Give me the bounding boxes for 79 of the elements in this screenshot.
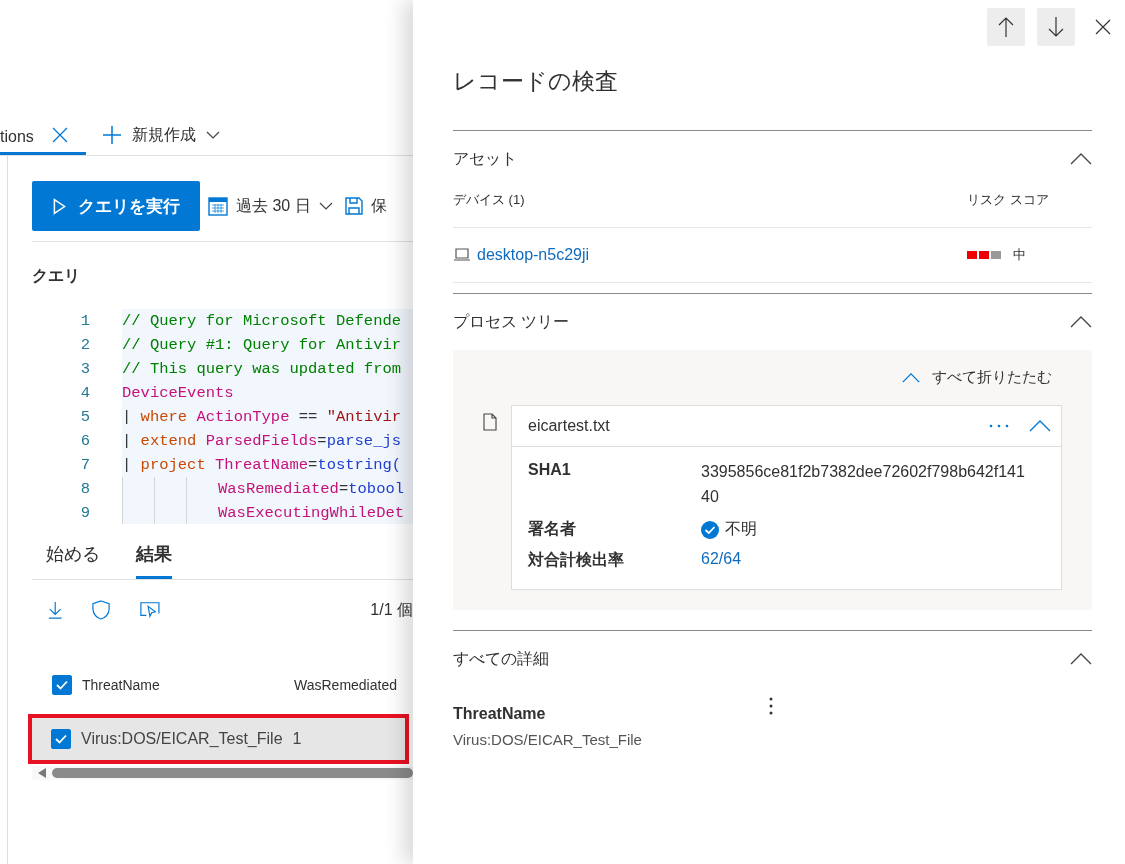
code-line: | project ThreatName=tostring( [122,456,402,474]
results-tab[interactable]: 始める [46,538,100,579]
code-line: // Query for Microsoft Defende [122,312,402,330]
line-number: 6 [79,432,90,450]
shield-icon[interactable] [92,599,111,621]
play-icon [52,197,66,215]
table-cell: 1 [292,730,302,748]
detection-link[interactable]: 62/64 [701,550,742,567]
arrow-down-icon [1048,16,1064,38]
line-number: 9 [79,504,90,522]
file-name: eicartest.txt [528,417,610,435]
chevron-up-icon [902,372,920,383]
select-all-checkbox[interactable] [52,675,72,695]
field-label: 署名者 [528,519,577,539]
plus-icon [102,125,122,145]
check-icon [55,734,67,744]
code-line: // This query was updated from [122,360,402,378]
new-button[interactable]: 新規作成 [102,124,220,146]
column-header[interactable]: ThreatName [82,677,284,693]
code-line: DeviceEvents [122,384,234,402]
chevron-down-icon [206,131,220,139]
line-number: 1 [79,312,90,330]
risk-label: 中 [1013,246,1026,264]
previous-button[interactable] [987,8,1025,46]
field-label: 対合計検出率 [528,550,625,570]
screen-pointer-icon[interactable] [140,601,161,619]
result-row[interactable]: Virus:DOS/EICAR_Test_File 1 [31,717,406,761]
field-value: 不明 [725,519,757,539]
calendar-icon [208,196,228,216]
laptop-icon [453,248,471,262]
line-number: 5 [79,408,90,426]
field-label: SHA1 [528,461,572,479]
save-icon [344,197,363,215]
results-tab[interactable]: 結果 [136,538,172,579]
chevron-up-icon[interactable] [1070,653,1092,665]
chevron-up-icon[interactable] [1029,420,1051,432]
code-line: // Query #1: Query for Antivir [122,336,402,354]
check-icon [56,680,68,690]
chevron-down-icon [318,202,333,210]
result-count: 1/1 個 [370,599,413,620]
device-link[interactable]: desktop-n5c29ji [477,246,590,264]
file-icon [483,413,497,431]
line-number: 4 [79,384,90,402]
line-number: 3 [79,360,90,378]
query-heading: クエリ [32,266,81,286]
kebab-icon[interactable] [769,697,773,715]
column-header: リスク スコア [967,191,1050,209]
column-header: デバイス (1) [453,191,525,209]
time-range-dropdown[interactable]: 過去 30 日 [204,195,337,217]
run-query-button[interactable]: クエリを実行 [32,181,200,231]
arrow-up-icon [998,16,1014,38]
code-line: WasExecutingWhileDet [218,504,405,522]
collapse-all-button[interactable]: すべて折りたたむ [902,368,1052,387]
table-cell: Virus:DOS/EICAR_Test_File [81,730,283,748]
check-circle-icon [701,520,719,539]
more-icon[interactable] [989,424,1009,428]
chevron-up-icon[interactable] [1070,316,1092,328]
save-button[interactable]: 保 [340,195,391,217]
close-icon[interactable] [1095,19,1111,35]
section-title: アセット [453,148,517,169]
chevron-up-icon[interactable] [1070,153,1092,165]
line-number: 2 [79,336,90,354]
horizontal-scrollbar[interactable] [32,766,413,780]
line-number: 7 [79,456,90,474]
code-line: | where ActionType == "Antivir [122,408,402,426]
field-value: 3395856ce81f2b7382dee72602f798b642f14140 [701,462,1026,507]
code-line: | extend ParsedFields=parse_js [122,432,402,450]
next-button[interactable] [1037,8,1075,46]
column-header[interactable]: WasRemediated [294,677,397,693]
line-number: 8 [79,480,90,498]
section-title: プロセス ツリー [453,311,570,332]
scroll-left-icon[interactable] [38,768,46,778]
section-title: すべての詳細 [453,648,549,669]
download-icon[interactable] [48,600,63,620]
code-line: WasRemediated=tobool [218,480,405,498]
panel-title: レコードの検査 [453,67,619,96]
detail-value: Virus:DOS/EICAR_Test_File [453,731,643,748]
row-checkbox[interactable] [51,729,71,749]
detail-label: ThreatName [453,705,547,723]
